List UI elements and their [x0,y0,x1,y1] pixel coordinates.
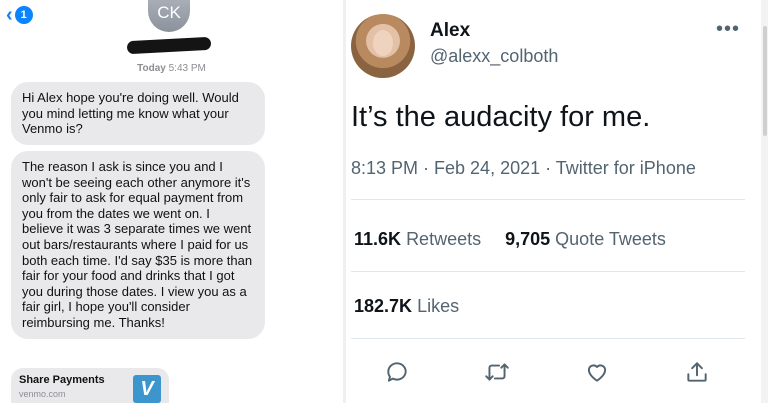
redacted-contact-name [126,36,212,55]
tweet-meta: 8:13 PM · Feb 24, 2021 · Twitter for iPh… [351,158,696,178]
display-name[interactable]: Alex [430,20,470,42]
quote-tweets-stat[interactable]: 9,705 Quote Tweets [505,229,666,250]
user-handle[interactable]: @alexx_colboth [430,46,558,67]
divider [351,338,745,339]
link-preview-card[interactable]: Share Payments venmo.com V [11,368,169,403]
message-text: Hi Alex hope you're doing well. Would yo… [22,90,239,137]
imessage-panel: ‹ 1 CK Today 5:43 PM Hi Alex hope you're… [0,0,343,403]
share-icon[interactable] [682,357,712,387]
message-bubble[interactable]: The reason I ask is since you and I won'… [11,151,265,339]
divider [351,271,745,272]
quote-tweets-count: 9,705 [505,229,551,249]
retweets-label: Retweets [406,229,482,249]
message-bubble[interactable]: Hi Alex hope you're doing well. Would yo… [11,82,265,145]
tweet-text: It’s the audacity for me. [351,101,651,133]
tweet-panel: Alex @alexx_colboth ••• It’s the audacit… [346,0,768,403]
engagement-stats: 11.6K Retweets 9,705 Quote Tweets [354,229,666,250]
avatar-face [373,30,393,56]
quote-tweets-label: Quote Tweets [555,229,666,249]
retweets-count: 11.6K [354,229,402,249]
scrollbar-thumb[interactable] [763,26,767,136]
back-button[interactable]: ‹ 1 [6,5,33,25]
likes-stat[interactable]: 182.7K Likes [354,296,459,316]
profile-avatar[interactable] [351,14,415,78]
unread-badge: 1 [14,6,33,24]
retweet-icon[interactable] [482,357,512,387]
like-icon[interactable] [582,357,612,387]
retweets-stat[interactable]: 11.6K Retweets [354,229,481,250]
timestamp-time: 5:43 PM [168,63,206,74]
tweet-actions [382,357,712,387]
timestamp-day: Today [137,63,166,74]
contact-initials: CK [157,3,181,22]
chevron-left-icon: ‹ [6,4,13,26]
contact-avatar[interactable]: CK [148,0,190,32]
divider [351,199,745,200]
message-timestamp: Today 5:43 PM [0,63,343,74]
message-text: The reason I ask is since you and I won'… [22,159,253,330]
likes-count: 182.7K [354,296,413,316]
likes-label: Likes [417,296,460,316]
more-horizontal-icon[interactable]: ••• [716,18,740,41]
reply-icon[interactable] [382,357,412,387]
venmo-logo-icon: V [133,375,161,403]
likes-stat-row: 182.7K Likes [354,296,459,317]
